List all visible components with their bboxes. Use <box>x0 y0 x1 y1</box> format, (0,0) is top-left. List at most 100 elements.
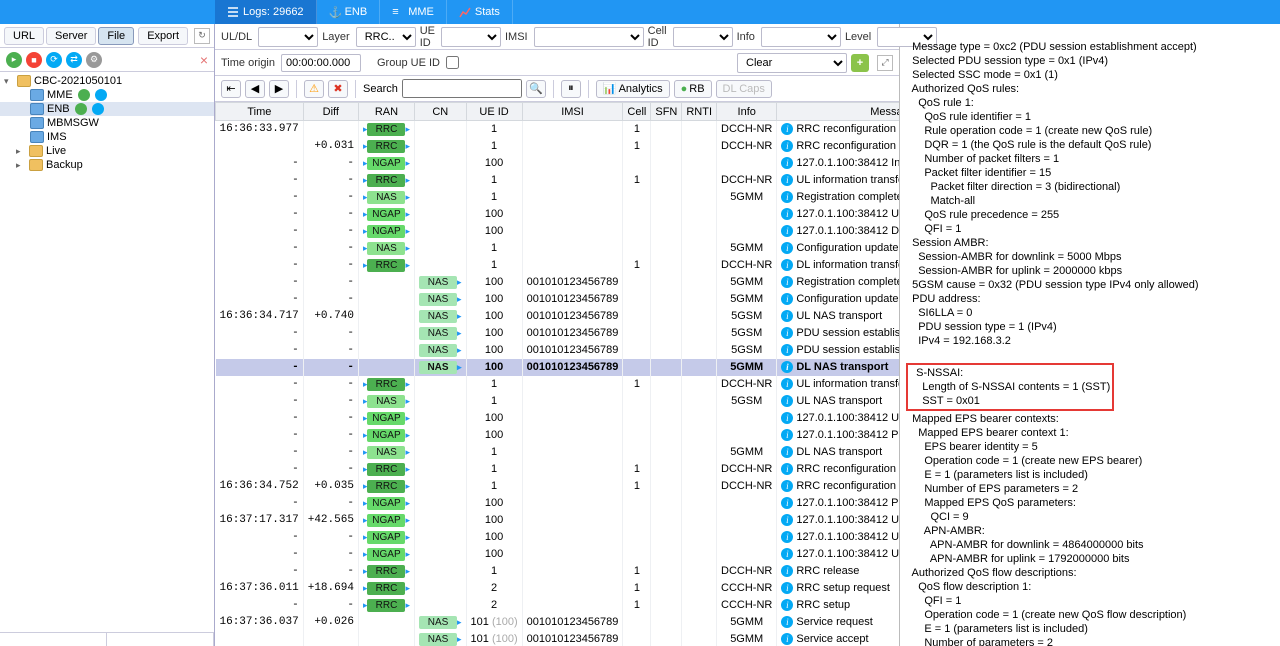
info-icon[interactable]: i <box>781 208 793 220</box>
next-icon[interactable]: ▶ <box>269 80 289 98</box>
filter-layer-select[interactable]: RRC... <box>356 27 416 47</box>
filter-imsi-select[interactable] <box>534 27 644 47</box>
info-icon[interactable]: i <box>781 582 793 594</box>
url-button[interactable]: URL <box>4 27 44 45</box>
info-icon[interactable]: i <box>781 412 793 424</box>
info-icon[interactable]: i <box>781 242 793 254</box>
log-row[interactable]: --▸NGAP▸100i127.0.1.100:38412 PDU sessio… <box>216 495 900 512</box>
log-row[interactable]: --NAS▸1000010101234567895GMMiDL NAS tran… <box>216 359 900 376</box>
tree-node-live[interactable]: Live <box>0 144 214 158</box>
column-header[interactable]: RNTI <box>682 103 717 121</box>
server-button[interactable]: Server <box>46 27 96 45</box>
warning-icon[interactable]: ⚠ <box>304 80 324 98</box>
error-icon[interactable]: ✖ <box>328 80 348 98</box>
column-header[interactable]: Info <box>717 103 777 121</box>
log-row[interactable]: --▸NAS▸15GSMiUL NAS transport <box>216 393 900 410</box>
info-icon[interactable]: i <box>781 463 793 475</box>
column-header[interactable]: Diff <box>303 103 358 121</box>
info-icon[interactable]: i <box>781 548 793 560</box>
info-icon[interactable]: i <box>781 327 793 339</box>
filter-uldl-select[interactable] <box>258 27 318 47</box>
info-icon[interactable]: i <box>781 310 793 322</box>
info-icon[interactable]: i <box>781 276 793 288</box>
filter-info-select[interactable] <box>761 27 841 47</box>
log-row[interactable]: --▸NGAP▸100i127.0.1.100:38412 Initial co… <box>216 155 900 172</box>
info-icon[interactable]: i <box>781 191 793 203</box>
tree-node-mme[interactable]: MME <box>0 88 214 102</box>
column-header[interactable]: RAN <box>358 103 414 121</box>
log-row[interactable]: 16:36:33.977▸RRC▸11DCCH-NRiRRC reconfigu… <box>216 121 900 138</box>
log-row[interactable]: --▸RRC▸11DCCH-NRiRRC reconfiguration <box>216 461 900 478</box>
file-button[interactable]: File <box>98 27 134 45</box>
info-icon[interactable]: i <box>781 446 793 458</box>
info-icon[interactable]: i <box>781 123 793 135</box>
log-row[interactable]: --NAS▸1000010101234567895GMMiRegistratio… <box>216 274 900 291</box>
filter-cellid-select[interactable] <box>673 27 733 47</box>
binoculars-icon[interactable]: 🔍 <box>526 80 546 98</box>
info-icon[interactable]: i <box>781 378 793 390</box>
info-icon[interactable]: i <box>781 225 793 237</box>
log-row[interactable]: --▸NGAP▸100i127.0.1.100:38412 Downlink N… <box>216 223 900 240</box>
log-row[interactable]: --▸NAS▸15GMMiDL NAS transport <box>216 444 900 461</box>
tree-node-mbmsgw[interactable]: MBMSGW <box>0 116 214 130</box>
log-row[interactable]: 16:37:36.011+18.694▸RRC▸21CCCH-NRiRRC se… <box>216 580 900 597</box>
detail-pane[interactable]: Message type = 0xc2 (PDU session establi… <box>900 24 1280 646</box>
rb-button[interactable]: ● RB <box>674 80 712 98</box>
tree-node-enb[interactable]: ENB <box>0 102 214 116</box>
tab-enb[interactable]: ⚓ ENB <box>317 0 381 24</box>
column-header[interactable]: Cell <box>623 103 651 121</box>
column-header[interactable]: Time <box>216 103 304 121</box>
column-header[interactable]: Message <box>777 103 899 121</box>
log-row[interactable]: --▸NGAP▸100i127.0.1.100:38412 PDU sessio… <box>216 427 900 444</box>
info-icon[interactable]: i <box>781 395 793 407</box>
column-header[interactable]: UE ID <box>466 103 522 121</box>
clear-select[interactable]: Clear <box>737 53 847 73</box>
jump-start-icon[interactable]: ⇤ <box>221 80 241 98</box>
search-input[interactable] <box>402 79 522 98</box>
log-table-wrap[interactable]: TimeDiffRANCNUE IDIMSICellSFNRNTIInfoMes… <box>215 102 899 646</box>
info-icon[interactable]: i <box>781 514 793 526</box>
log-row[interactable]: --▸RRC▸11DCCH-NRiUL information transfer <box>216 172 900 189</box>
info-icon[interactable]: i <box>781 480 793 492</box>
refresh-icon[interactable]: ⟳ <box>46 52 62 68</box>
pause-icon[interactable]: ⏸ <box>561 80 581 98</box>
log-row[interactable]: --▸RRC▸21CCCH-NRiRRC setup <box>216 597 900 614</box>
log-row[interactable]: --NAS▸1000010101234567895GSMiPDU session… <box>216 325 900 342</box>
tree-root[interactable]: CBC-2021050101 <box>0 74 214 88</box>
gear-icon[interactable]: ⚙ <box>86 52 102 68</box>
log-row[interactable]: --▸NGAP▸100i127.0.1.100:38412 UE context… <box>216 529 900 546</box>
info-icon[interactable]: i <box>781 565 793 577</box>
log-row[interactable]: --NAS▸1000010101234567895GMMiConfigurati… <box>216 291 900 308</box>
log-row[interactable]: --▸RRC▸11DCCH-NRiDL information transfer <box>216 257 900 274</box>
sync-icon[interactable]: ⇄ <box>66 52 82 68</box>
log-row[interactable]: 16:36:34.752+0.035▸RRC▸11DCCH-NRiRRC rec… <box>216 478 900 495</box>
log-row[interactable]: +0.031▸RRC▸11DCCH-NRiRRC reconfiguration… <box>216 138 900 155</box>
info-icon[interactable]: i <box>781 361 793 373</box>
filter-ueid-select[interactable] <box>441 27 501 47</box>
log-row[interactable]: --▸NAS▸15GMMiRegistration complete <box>216 189 900 206</box>
log-row[interactable]: --▸NAS▸15GMMiConfiguration update comman… <box>216 240 900 257</box>
tab-mme[interactable]: ≡ MME <box>380 0 447 24</box>
info-icon[interactable]: i <box>781 531 793 543</box>
tree-node-ims[interactable]: IMS <box>0 130 214 144</box>
expand-icon[interactable]: ⤢ <box>877 55 893 71</box>
info-icon[interactable]: i <box>781 140 793 152</box>
group-ueid-checkbox[interactable] <box>446 56 459 69</box>
log-row[interactable]: --NAS▸1000010101234567895GSMiPDU session… <box>216 342 900 359</box>
log-row[interactable]: 16:37:17.317+42.565▸NGAP▸100i127.0.1.100… <box>216 512 900 529</box>
tree-node-backup[interactable]: Backup <box>0 158 214 172</box>
add-filter-button[interactable]: + <box>851 54 869 72</box>
dl-caps-button[interactable]: DL Caps <box>716 80 772 98</box>
close-icon[interactable]: × <box>200 52 208 68</box>
export-button[interactable]: Export <box>138 27 188 45</box>
tab-logs[interactable]: Logs: 29662 <box>215 0 317 24</box>
log-row[interactable]: NAS▸101 (100)0010101234567895GMMiService… <box>216 631 900 646</box>
log-row[interactable]: 16:36:34.717+0.740NAS▸100001010123456789… <box>216 308 900 325</box>
log-row[interactable]: --▸NGAP▸100i127.0.1.100:38412 Uplink NAS… <box>216 410 900 427</box>
prev-icon[interactable]: ◀ <box>245 80 265 98</box>
info-icon[interactable]: i <box>781 174 793 186</box>
log-row[interactable]: --▸NGAP▸100i127.0.1.100:38412 Uplink NAS… <box>216 206 900 223</box>
export-dropdown-icon[interactable]: ↻ <box>194 28 210 44</box>
column-header[interactable]: IMSI <box>522 103 623 121</box>
info-icon[interactable]: i <box>781 259 793 271</box>
